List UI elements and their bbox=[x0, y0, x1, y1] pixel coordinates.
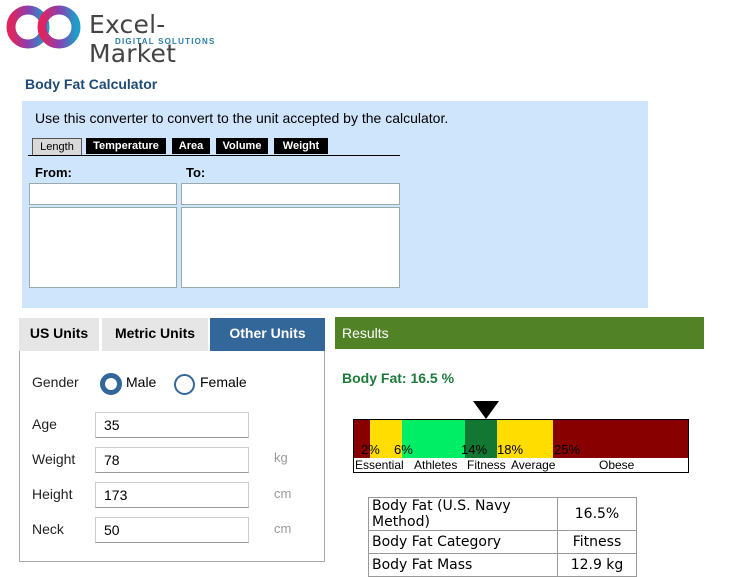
gender-female-label[interactable]: Female bbox=[200, 374, 247, 390]
category-obese: Obese bbox=[599, 458, 635, 472]
unit-system-tabs: US Units Metric Units Other Units bbox=[19, 318, 325, 351]
from-label: From: bbox=[35, 165, 72, 180]
infinity-logo-icon bbox=[6, 5, 81, 49]
result-label: Body Fat Category bbox=[368, 530, 558, 554]
to-unit-list[interactable] bbox=[181, 207, 400, 288]
input-form: Gender Male Female Age 35 Weight 78 kg H… bbox=[19, 351, 325, 562]
neck-input[interactable]: 50 bbox=[95, 517, 249, 543]
converter-tabs: Length Temperature Area Volume Weight bbox=[28, 138, 400, 156]
tab-area[interactable]: Area bbox=[172, 138, 210, 154]
result-label: Body Fat Mass bbox=[368, 553, 558, 577]
result-value: Fitness bbox=[557, 530, 637, 554]
scale-marker: 14% bbox=[461, 442, 488, 457]
scale-marker: 2% bbox=[361, 442, 380, 457]
body-fat-result: Body Fat: 16.5 % bbox=[342, 370, 455, 386]
brand-logo: Excel-Market DIGITAL SOLUTIONS bbox=[5, 3, 245, 68]
neck-unit: cm bbox=[274, 521, 292, 536]
weight-label: Weight bbox=[32, 451, 76, 467]
table-row: Body Fat Mass 12.9 kg bbox=[368, 553, 637, 577]
height-unit: cm bbox=[274, 486, 292, 501]
neck-label: Neck bbox=[32, 521, 64, 537]
tab-weight[interactable]: Weight bbox=[274, 138, 328, 154]
table-row: Body Fat Category Fitness bbox=[368, 530, 637, 554]
age-label: Age bbox=[32, 416, 57, 432]
tab-volume[interactable]: Volume bbox=[216, 138, 268, 154]
results-header: Results bbox=[335, 317, 704, 349]
result-label: Body Fat (U.S. Navy Method) bbox=[368, 497, 558, 531]
category-fitness: Fitness bbox=[467, 458, 506, 472]
tab-other-units[interactable]: Other Units bbox=[210, 318, 325, 351]
from-value-input[interactable] bbox=[29, 183, 177, 205]
height-label: Height bbox=[32, 486, 73, 502]
page-title: Body Fat Calculator bbox=[25, 76, 158, 92]
category-athletes: Athletes bbox=[414, 458, 458, 472]
gender-male-label[interactable]: Male bbox=[126, 374, 156, 390]
result-value: 12.9 kg bbox=[557, 553, 637, 577]
to-label: To: bbox=[186, 165, 206, 180]
tab-temperature[interactable]: Temperature bbox=[86, 138, 166, 154]
brand-tagline: DIGITAL SOLUTIONS bbox=[115, 37, 216, 46]
height-input[interactable]: 173 bbox=[95, 482, 249, 508]
body-fat-scale: 2% 6% 14% 18% 25% Essential Athletes Fit… bbox=[353, 401, 689, 473]
tab-length[interactable]: Length bbox=[32, 138, 82, 155]
gender-male-radio[interactable] bbox=[100, 373, 122, 395]
scale-categories: Essential Athletes Fitness Average Obese bbox=[353, 458, 689, 473]
category-average: Average bbox=[511, 458, 556, 472]
scale-marker: 18% bbox=[497, 442, 524, 457]
tab-metric-units[interactable]: Metric Units bbox=[102, 318, 208, 351]
tab-us-units[interactable]: US Units bbox=[19, 318, 99, 351]
weight-unit: kg bbox=[274, 450, 288, 465]
unit-converter: Use this converter to convert to the uni… bbox=[22, 101, 648, 308]
scale-marker: 25% bbox=[554, 442, 581, 457]
table-row: Body Fat (U.S. Navy Method) 16.5% bbox=[368, 497, 637, 531]
scale-marker: 6% bbox=[394, 442, 413, 457]
gender-label: Gender bbox=[32, 374, 79, 390]
result-value: 16.5% bbox=[557, 497, 637, 531]
results-table: Body Fat (U.S. Navy Method) 16.5% Body F… bbox=[368, 497, 637, 577]
weight-input[interactable]: 78 bbox=[95, 447, 249, 473]
age-input[interactable]: 35 bbox=[95, 412, 249, 438]
from-unit-list[interactable] bbox=[29, 207, 177, 288]
to-value-input[interactable] bbox=[181, 183, 400, 205]
gender-female-radio[interactable] bbox=[174, 374, 195, 395]
category-essential: Essential bbox=[355, 458, 404, 472]
scale-pointer-icon bbox=[473, 401, 499, 419]
converter-description: Use this converter to convert to the uni… bbox=[35, 110, 449, 126]
